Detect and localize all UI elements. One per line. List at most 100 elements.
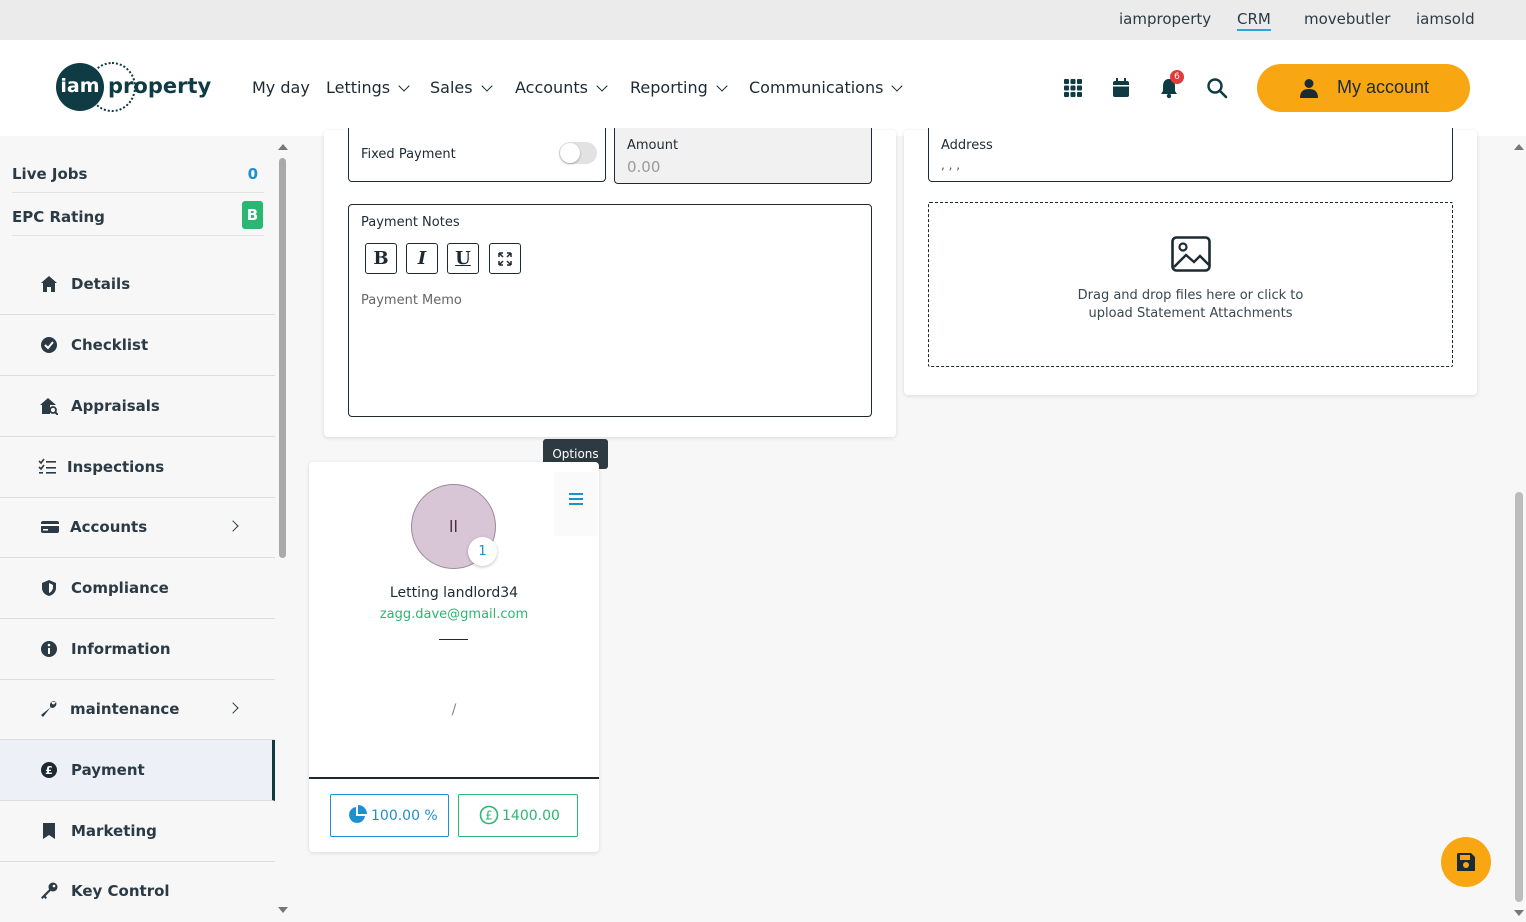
avatar-count-badge: 1 — [468, 537, 497, 566]
sidebar-item-appraisals[interactable]: Appraisals — [0, 376, 275, 437]
topbar-link-iamsold[interactable]: iamsold — [1416, 10, 1475, 28]
sidebar-item-maintenance[interactable]: maintenance — [0, 680, 275, 740]
sidebar-item-label: maintenance — [70, 700, 180, 718]
sidebar-item-compliance[interactable]: Compliance — [0, 558, 275, 619]
nav-label: My day — [252, 78, 310, 97]
list-check-icon — [38, 458, 56, 474]
landlord-slash: / — [451, 702, 457, 718]
sidebar-item-details[interactable]: Details — [0, 254, 275, 315]
sidebar-item-payment[interactable]: £ Payment — [0, 740, 275, 801]
search-icon[interactable] — [1206, 77, 1228, 99]
sidebar-item-label: Appraisals — [71, 397, 160, 415]
stat-label: EPC Rating — [12, 208, 105, 226]
home-icon — [41, 276, 57, 292]
notification-count-badge: 6 — [1170, 70, 1184, 84]
sidebar-item-checklist[interactable]: Checklist — [0, 315, 275, 376]
share-amount-pill[interactable]: £ 1400.00 — [458, 794, 578, 837]
my-account-label: My account — [1337, 77, 1430, 97]
stat-label: Live Jobs — [12, 165, 88, 183]
sidebar-item-label: Marketing — [71, 822, 157, 840]
nav-sales[interactable]: Sales — [430, 78, 493, 97]
house-search-icon — [40, 398, 58, 415]
sidebar-item-label: Information — [71, 640, 171, 658]
apps-grid-icon[interactable] — [1062, 77, 1084, 99]
landlord-card: ll 1 Letting landlord34 zagg.dave@gmail.… — [309, 462, 599, 852]
person-icon — [1300, 79, 1318, 98]
sidebar-scroll-down[interactable] — [278, 907, 288, 913]
chevron-right-icon — [227, 520, 239, 532]
sidebar-item-accounts[interactable]: Accounts — [0, 498, 275, 558]
credit-card-icon — [41, 521, 59, 533]
dropzone-line-1: Drag and drop files here or click to — [1077, 288, 1304, 303]
top-utility-bar: iamproperty CRM movebutler iamsold — [0, 0, 1526, 40]
sidebar-item-information[interactable]: Information — [0, 619, 275, 680]
page-scroll-up[interactable] — [1514, 144, 1524, 150]
sidebar-item-inspections[interactable]: Inspections — [0, 437, 275, 498]
stat-live-jobs[interactable]: Live Jobs 0 — [12, 151, 264, 193]
sidebar-item-key-control[interactable]: Key Control — [0, 862, 275, 922]
payment-memo-input[interactable]: Payment Memo — [361, 293, 462, 308]
sidebar-item-label: Key Control — [71, 882, 170, 900]
page-scrollbar-thumb[interactable] — [1515, 492, 1523, 902]
bold-button[interactable]: B — [365, 243, 397, 274]
chevron-down-icon — [398, 80, 410, 92]
share-percent-value: 100.00 % — [371, 808, 438, 824]
amount-value: 0.00 — [627, 158, 661, 176]
fixed-payment-toggle[interactable] — [559, 142, 597, 164]
nav-label: Lettings — [326, 78, 391, 97]
separator-dash — [439, 639, 468, 640]
pie-chart-icon — [349, 805, 367, 823]
topbar-link-movebutler[interactable]: movebutler — [1304, 10, 1390, 28]
fullscreen-button[interactable] — [489, 243, 521, 274]
nav-my-day[interactable]: My day — [252, 78, 310, 97]
epc-rating-badge: B — [242, 201, 263, 229]
key-icon — [41, 882, 58, 899]
options-menu-button[interactable] — [554, 472, 598, 536]
logo-word: property — [108, 74, 212, 98]
chevron-down-icon — [716, 80, 728, 92]
property-sidebar: Live Jobs 0 EPC Rating B Details Checkli… — [0, 136, 276, 922]
my-account-button[interactable]: My account — [1257, 64, 1470, 112]
chevron-down-icon — [480, 80, 493, 92]
save-button[interactable] — [1441, 837, 1491, 887]
italic-button[interactable]: I — [406, 243, 438, 274]
statement-attachments-dropzone[interactable]: Drag and drop files here or click to upl… — [928, 202, 1453, 367]
landlord-name: Letting landlord34 — [389, 585, 519, 601]
check-circle-icon — [41, 337, 57, 353]
chevron-right-icon — [227, 702, 239, 714]
svg-text:£: £ — [485, 809, 493, 823]
shield-icon — [42, 580, 56, 596]
main-header: iam property My day Lettings Sales Accou… — [0, 40, 1526, 136]
statement-card: Address , , , Drag and drop files here o… — [904, 128, 1477, 395]
amount-field[interactable]: Amount 0.00 — [614, 128, 872, 184]
topbar-link-crm[interactable]: CRM — [1237, 10, 1271, 31]
landlord-email[interactable]: zagg.dave@gmail.com — [309, 607, 599, 622]
topbar-link-iamproperty[interactable]: iamproperty — [1119, 10, 1211, 28]
sidebar-item-marketing[interactable]: Marketing — [0, 801, 275, 862]
page-scroll-down[interactable] — [1514, 910, 1524, 916]
nav-communications[interactable]: Communications — [749, 78, 904, 97]
nav-lettings[interactable]: Lettings — [326, 78, 410, 97]
nav-label: Sales — [430, 78, 473, 97]
nav-accounts[interactable]: Accounts — [515, 78, 608, 97]
card-divider — [309, 777, 599, 779]
expand-icon — [498, 252, 512, 266]
stat-value: 0 — [247, 165, 258, 183]
image-upload-icon — [1171, 236, 1211, 272]
share-amount-value: 1400.00 — [502, 808, 560, 824]
dropzone-text: Drag and drop files here or click to upl… — [929, 287, 1452, 323]
calendar-icon[interactable] — [1110, 77, 1132, 99]
underline-button[interactable]: U — [447, 243, 479, 274]
payment-notes-label: Payment Notes — [361, 215, 460, 230]
toggle-knob — [560, 143, 580, 163]
stat-epc-rating[interactable]: EPC Rating B — [12, 194, 264, 236]
address-field[interactable]: Address , , , — [928, 128, 1453, 182]
sidebar-scroll-up[interactable] — [278, 144, 288, 150]
payment-form-card: Fixed Payment Amount 0.00 Payment Notes … — [324, 128, 896, 437]
hamburger-icon — [569, 493, 583, 508]
chevron-down-icon — [596, 80, 608, 92]
sidebar-scrollbar-thumb[interactable] — [279, 158, 286, 558]
nav-reporting[interactable]: Reporting — [630, 78, 728, 97]
wrench-icon — [41, 701, 57, 717]
share-percent-pill[interactable]: 100.00 % — [330, 794, 449, 837]
